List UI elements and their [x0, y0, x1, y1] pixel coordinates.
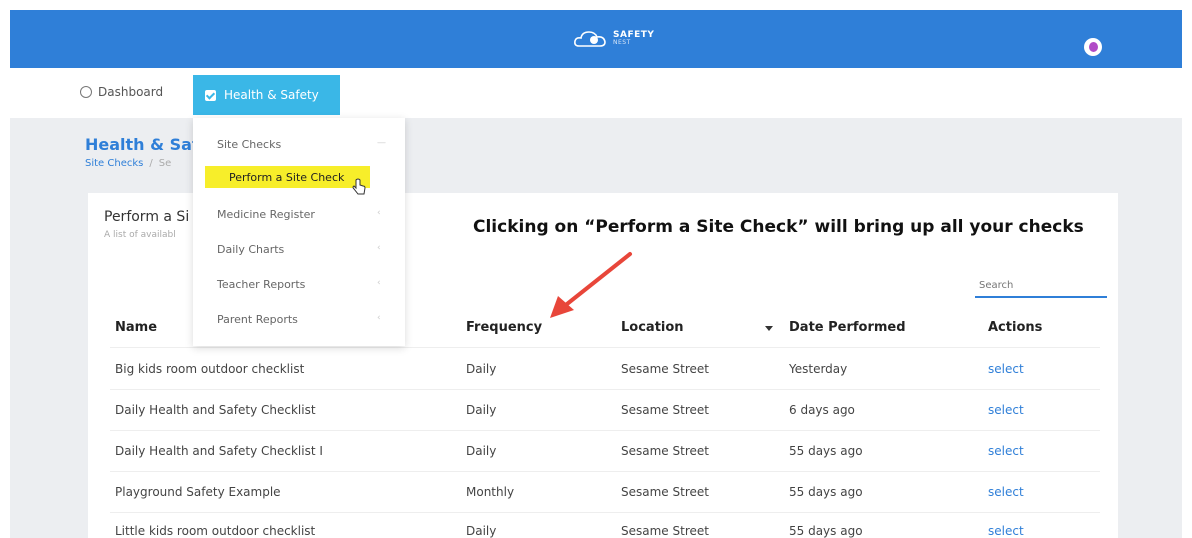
- card-title: Perform a Si: [104, 209, 190, 225]
- cell-frequency: Daily: [466, 524, 497, 538]
- column-header-frequency[interactable]: Frequency: [466, 320, 542, 335]
- menu-item-perform-site-check-label: Perform a Site Check: [229, 171, 345, 184]
- chevron-left-icon: ‹: [377, 313, 381, 323]
- nav-dashboard-label: Dashboard: [98, 85, 164, 99]
- cell-name: Playground Safety Example: [115, 485, 281, 499]
- chevron-left-icon: ‹: [377, 278, 381, 288]
- select-link[interactable]: select: [988, 485, 1024, 499]
- menu-item-site-checks[interactable]: Site Checks: [217, 138, 281, 151]
- annotation-text: Clicking on “Perform a Site Check” will …: [473, 217, 1084, 237]
- menu-item-parent-reports[interactable]: Parent Reports: [217, 313, 298, 326]
- row-divider: [110, 430, 1100, 431]
- cell-name: Big kids room outdoor checklist: [115, 362, 305, 376]
- cell-frequency: Daily: [466, 362, 497, 376]
- checkbox-icon: [205, 89, 216, 101]
- row-divider: [110, 471, 1100, 472]
- logo-text-secondary: NEST: [613, 39, 631, 46]
- dashboard-icon: [80, 86, 92, 98]
- menu-item-daily-charts[interactable]: Daily Charts: [217, 243, 284, 256]
- cell-frequency: Daily: [466, 444, 497, 458]
- select-link[interactable]: select: [988, 444, 1024, 458]
- menu-item-teacher-reports[interactable]: Teacher Reports: [217, 278, 305, 291]
- collapse-icon: —: [377, 138, 386, 148]
- cell-date: 55 days ago: [789, 524, 863, 538]
- cell-location: Sesame Street: [621, 403, 709, 417]
- column-header-name[interactable]: Name: [115, 320, 157, 335]
- column-header-location[interactable]: Location: [621, 320, 684, 335]
- annotation-arrow-icon: [550, 252, 632, 318]
- sort-desc-icon[interactable]: [765, 326, 773, 331]
- nav-health-safety[interactable]: Health & Safety: [193, 75, 340, 115]
- row-divider: [110, 389, 1100, 390]
- app-logo[interactable]: SAFETY NEST: [573, 28, 654, 50]
- chevron-left-icon: ‹: [377, 208, 381, 218]
- cell-name: Daily Health and Safety Checklist I: [115, 444, 323, 458]
- card-subtitle: A list of availabl: [104, 230, 176, 240]
- cell-frequency: Monthly: [466, 485, 515, 499]
- cell-location: Sesame Street: [621, 362, 709, 376]
- breadcrumb: Site Checks / Se: [85, 158, 172, 169]
- page-title: Health & Saf: [85, 135, 199, 154]
- user-avatar[interactable]: [1084, 38, 1102, 56]
- nav-health-safety-label: Health & Safety: [224, 88, 319, 102]
- row-divider: [110, 347, 1100, 348]
- cell-name: Daily Health and Safety Checklist: [115, 403, 316, 417]
- search-input[interactable]: [975, 274, 1107, 298]
- menu-item-medicine-register[interactable]: Medicine Register: [217, 208, 315, 221]
- main-nav: Dashboard Health & Safety: [10, 68, 1182, 118]
- health-safety-dropdown: Site Checks — Medicine Register ‹ Daily …: [193, 118, 405, 346]
- cell-date: Yesterday: [789, 362, 848, 376]
- cell-date: 6 days ago: [789, 403, 855, 417]
- logo-text-primary: SAFETY: [613, 30, 655, 40]
- cell-location: Sesame Street: [621, 524, 709, 538]
- cell-date: 55 days ago: [789, 444, 863, 458]
- cell-location: Sesame Street: [621, 485, 709, 499]
- cell-date: 55 days ago: [789, 485, 863, 499]
- hand-cursor-icon: [352, 178, 366, 195]
- breadcrumb-next: Se: [158, 158, 172, 169]
- select-link[interactable]: select: [988, 362, 1024, 376]
- cell-name: Little kids room outdoor checklist: [115, 524, 316, 538]
- breadcrumb-site-checks[interactable]: Site Checks: [85, 158, 143, 169]
- cloud-logo-icon: [574, 31, 606, 47]
- nav-dashboard[interactable]: Dashboard: [80, 85, 163, 99]
- row-divider: [110, 512, 1100, 513]
- top-header: SAFETY NEST: [10, 10, 1182, 68]
- column-header-date-performed[interactable]: Date Performed: [789, 320, 906, 335]
- cell-frequency: Daily: [466, 403, 497, 417]
- chevron-left-icon: ‹: [377, 243, 381, 253]
- cell-location: Sesame Street: [621, 444, 709, 458]
- select-link[interactable]: select: [988, 524, 1024, 538]
- column-header-actions: Actions: [988, 320, 1043, 335]
- select-link[interactable]: select: [988, 403, 1024, 417]
